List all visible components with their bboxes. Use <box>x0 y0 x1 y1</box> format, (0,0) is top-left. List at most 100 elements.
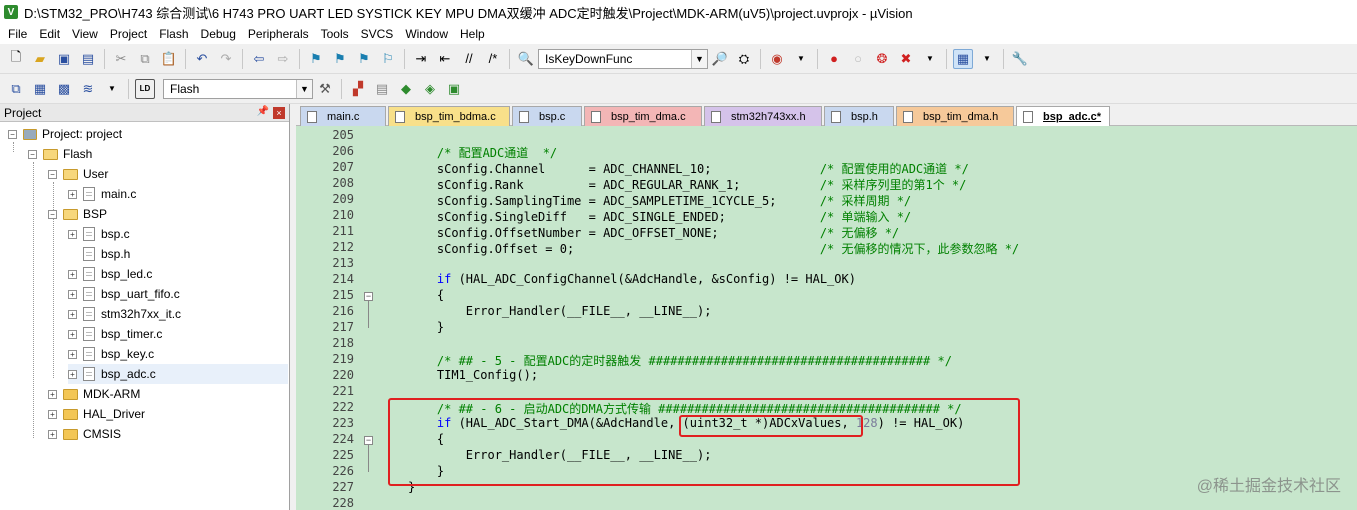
dropdown-icon[interactable]: ▼ <box>791 49 811 69</box>
tab-bsp-tim-dma-c[interactable]: bsp_tim_dma.c <box>584 106 702 126</box>
tree-group-cmsis[interactable]: + CMSIS <box>48 424 121 444</box>
close-icon[interactable]: × <box>273 107 285 119</box>
tree-file-bsp-c[interactable]: + bsp.c <box>68 224 130 244</box>
menu-flash[interactable]: Flash <box>153 27 194 41</box>
copy-icon[interactable]: ⧉ <box>135 49 155 69</box>
indent-icon[interactable]: ⇥ <box>411 49 431 69</box>
batch-build-icon[interactable]: ≋ <box>78 79 98 99</box>
cut-icon[interactable]: ✂ <box>111 49 131 69</box>
collapse-icon[interactable]: − <box>48 209 57 219</box>
translate-icon[interactable]: ⧉ <box>6 79 26 99</box>
build-icon[interactable]: ▦ <box>30 79 50 99</box>
new-file-icon[interactable]: 🗋 <box>6 49 26 69</box>
tab-bsp-adc-c[interactable]: bsp_adc.c* <box>1016 106 1110 126</box>
code-editor[interactable]: 205 206 207 208 209 210 211 212 213 214 215 216 217 2… <box>296 126 1357 510</box>
comment-icon[interactable]: // <box>459 49 479 69</box>
nav-back-icon[interactable]: ⇦ <box>249 49 269 69</box>
expand-icon[interactable]: + <box>68 229 77 239</box>
find-combo[interactable]: IsKeyDownFunc ▼ <box>538 48 708 69</box>
rebuild-icon[interactable]: ▩ <box>54 79 74 99</box>
collapse-icon[interactable]: − <box>28 149 37 159</box>
breakpoint-disable-all-icon[interactable]: ❂ <box>872 49 892 69</box>
fold-collapse-icon[interactable]: − <box>364 436 373 445</box>
expand-icon[interactable]: + <box>48 409 57 419</box>
dropdown-icon[interactable]: ▼ <box>102 79 122 99</box>
clear-bookmarks-icon[interactable]: ⚐ <box>378 49 398 69</box>
target-select[interactable]: Flash ▼ <box>163 78 313 99</box>
expand-icon[interactable]: + <box>68 269 77 279</box>
prev-bookmark-icon[interactable]: ⚑ <box>330 49 350 69</box>
manage-rte-icon[interactable]: ◆ <box>396 79 416 99</box>
save-icon[interactable]: ▣ <box>54 49 74 69</box>
bookmark-icon[interactable]: ⚑ <box>306 49 326 69</box>
unindent-icon[interactable]: ⇤ <box>435 49 455 69</box>
next-bookmark-icon[interactable]: ⚑ <box>354 49 374 69</box>
menu-tools[interactable]: Tools <box>315 27 355 41</box>
tab-bsp-tim-bdma-c[interactable]: bsp_tim_bdma.c <box>388 106 510 126</box>
tab-bsp-tim-dma-h[interactable]: bsp_tim_dma.h <box>896 106 1014 126</box>
tree-group-user[interactable]: − User <box>48 164 108 184</box>
tree-group-mdk-arm[interactable]: + MDK-ARM <box>48 384 140 404</box>
redo-icon[interactable]: ↷ <box>216 49 236 69</box>
dropdown-icon[interactable]: ▼ <box>977 49 997 69</box>
software-packs-icon[interactable]: ▣ <box>444 79 464 99</box>
menu-file[interactable]: File <box>2 27 33 41</box>
expand-icon[interactable]: + <box>48 429 57 439</box>
download-load-icon[interactable]: LD <box>135 78 155 99</box>
chevron-down-icon[interactable]: ▼ <box>296 79 312 98</box>
tree-file-bsp-key-c[interactable]: + bsp_key.c <box>68 344 154 364</box>
dropdown-icon[interactable]: ▼ <box>920 49 940 69</box>
menu-window[interactable]: Window <box>399 27 454 41</box>
manage-project-icon[interactable]: ▞ <box>348 79 368 99</box>
breakpoint-disable-icon[interactable]: ○ <box>848 49 868 69</box>
find-in-files-icon[interactable]: 🔍 <box>516 49 536 69</box>
configure-wrench-icon[interactable]: 🔧 <box>1010 49 1030 69</box>
window-layout-icon[interactable]: ▦ <box>953 48 973 69</box>
tree-file-bsp-led-c[interactable]: + bsp_led.c <box>68 264 152 284</box>
select-packs-icon[interactable]: ▤ <box>372 79 392 99</box>
uncomment-icon[interactable]: /* <box>483 49 503 69</box>
tree-group-hal-driver[interactable]: + HAL_Driver <box>48 404 145 424</box>
tree-file-bsp-adc-c[interactable]: + bsp_adc.c <box>68 364 288 384</box>
open-file-icon[interactable]: ▰ <box>30 49 50 69</box>
undo-icon[interactable]: ↶ <box>192 49 212 69</box>
tab-main-c[interactable]: main.c <box>300 106 386 126</box>
menu-project[interactable]: Project <box>104 27 153 41</box>
tab-bsp-c[interactable]: bsp.c <box>512 106 582 126</box>
menu-peripherals[interactable]: Peripherals <box>242 27 315 41</box>
pin-icon[interactable]: 📌 <box>257 106 269 117</box>
save-all-icon[interactable]: ▤ <box>78 49 98 69</box>
tree-group-bsp[interactable]: − BSP <box>48 204 107 224</box>
collapse-icon[interactable]: − <box>48 169 57 179</box>
expand-icon[interactable]: + <box>68 369 77 379</box>
expand-icon[interactable]: + <box>68 289 77 299</box>
menu-svcs[interactable]: SVCS <box>355 27 400 41</box>
menu-edit[interactable]: Edit <box>33 27 66 41</box>
chevron-down-icon[interactable]: ▼ <box>691 49 707 68</box>
nav-forward-icon[interactable]: ⇨ <box>273 49 293 69</box>
tree-target-flash[interactable]: − Flash <box>28 144 92 164</box>
menu-view[interactable]: View <box>66 27 104 41</box>
find-icon[interactable]: 🔎 <box>710 49 730 69</box>
expand-icon[interactable]: + <box>68 329 77 339</box>
tree-file-bsp-h[interactable]: bsp.h <box>68 244 130 264</box>
pack-installer-icon[interactable]: ◈ <box>420 79 440 99</box>
tree-file-bsp-uart-fifo-c[interactable]: + bsp_uart_fifo.c <box>68 284 180 304</box>
breakpoint-insert-icon[interactable]: ● <box>824 49 844 69</box>
breakpoint-kill-all-icon[interactable]: ✖ <box>896 49 916 69</box>
paste-icon[interactable]: 📋 <box>159 49 179 69</box>
tree-file-main-c[interactable]: + main.c <box>68 184 136 204</box>
tree-file-stm32h7xx-it-c[interactable]: + stm32h7xx_it.c <box>68 304 181 324</box>
expand-icon[interactable]: + <box>68 309 77 319</box>
tab-stm32h743xx-h[interactable]: stm32h743xx.h <box>704 106 822 126</box>
menu-help[interactable]: Help <box>454 27 491 41</box>
menu-debug[interactable]: Debug <box>195 27 242 41</box>
expand-icon[interactable]: + <box>48 389 57 399</box>
debug-session-icon[interactable]: ◉ <box>767 49 787 69</box>
tree-file-bsp-timer-c[interactable]: + bsp_timer.c <box>68 324 162 344</box>
tab-bsp-h[interactable]: bsp.h <box>824 106 894 126</box>
target-options-icon[interactable]: ⚒ <box>315 79 335 99</box>
tree-project-root[interactable]: − Project: project <box>8 124 122 144</box>
fold-collapse-icon[interactable]: − <box>364 292 373 301</box>
collapse-icon[interactable]: − <box>8 129 17 139</box>
